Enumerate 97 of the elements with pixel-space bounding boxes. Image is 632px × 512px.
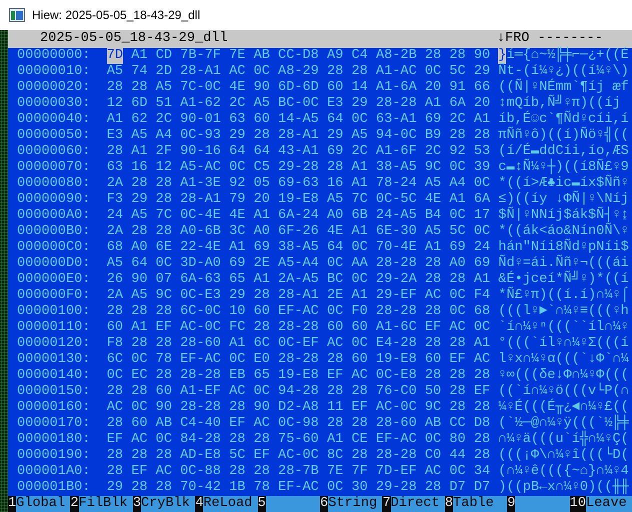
offset-address: 000000B0: bbox=[17, 224, 90, 240]
hex-bytes: 28 28 28 AD-E8 5C EF AC-0C 8C 28 28-28 C0 44 28 bbox=[106, 448, 490, 464]
offset-address: 00000110: bbox=[17, 320, 90, 336]
offset-address: 00000090: bbox=[17, 192, 90, 208]
offset-address: 00000130: bbox=[17, 352, 90, 368]
hex-bytes: 6C 0C 78 EF-AC 0C E0 28-28 28 60 19-E8 60 EF AC bbox=[106, 352, 490, 368]
ascii-text: (`½─@∩¼♀ÿ(((`½╠╪ bbox=[498, 416, 629, 431]
hex-bytes: 2A 28 28 A1-3E 92 05 69-63 16 A1 78-24 A5 A4 0C bbox=[106, 176, 490, 192]
hex-bytes: A5 74 2D 28-A1 AC 0C A8-29 28 28 A1-AC 0C 5C 29 bbox=[106, 64, 490, 80]
hex-bytes: 2A A5 9C 0C-E3 29 28 28-A1 2E A1 29-EF AC 0C F4 bbox=[106, 288, 490, 304]
offset-address: 00000020: bbox=[17, 80, 90, 96]
key-number: 7 bbox=[382, 496, 391, 512]
hex-bytes: 0C EC 28 28-28 EB 65 19-E8 EF AC 0C-E8 28 28 28 bbox=[106, 368, 490, 384]
ascii-text: l♀x∩¼♀α(((`↓Φ`∩¼ bbox=[498, 352, 629, 368]
ascii-text: c▬↕Ñ¼♀┼)((í8Ñ£♀9 bbox=[498, 160, 629, 175]
offset-address: 00000060: bbox=[17, 144, 90, 160]
key-number: 4 bbox=[195, 496, 204, 512]
hex-bytes: 28 EF AC 0C-88 28 28 28-7B 7E 7F 7D-EF AC 0C 34 bbox=[106, 464, 490, 480]
ascii-text: Ñd♀=ái.Ññ♀¬(((ái bbox=[498, 256, 629, 271]
hex-bytes: 28 28 28 6C-0C 10 60 EF-AC 0C F0 28-28 28 0C 68 bbox=[106, 304, 490, 320]
hex-bytes: AC 0C 90 28-28 28 90 D2-A8 11 EF AC-0C 9C 28 28 bbox=[106, 400, 490, 416]
ascii-text: ↕mQíb,Ñ╝♀π)((íj bbox=[498, 96, 621, 111]
hex-bytes: 28 60 AB C4-40 EF AC 0C-98 28 28 28-60 AB CC D8 bbox=[106, 416, 490, 432]
ascii-text: ((`í∩¼♀ö(((v└P(∩ bbox=[498, 384, 629, 399]
text-cursor: } bbox=[498, 48, 506, 64]
ascii-text: ((Ñ|♀NÉmm`¶íj æf bbox=[498, 80, 629, 95]
ascii-text: (∩¼♀ê((({~⌂}∩¼♀4 bbox=[498, 464, 629, 479]
ascii-text: Ñt-(í¼♀¿)((í¼♀\) bbox=[498, 64, 629, 79]
offset-address: 00000070: bbox=[17, 160, 90, 176]
hex-bytes: 26 90 07 6A-63 65 A1 2A-A5 BC 0C 29-2A 28 28 A1 bbox=[106, 272, 490, 288]
offset-address: 00000030: bbox=[17, 96, 90, 112]
hex-bytes: EF AC 0C 84-28 28 28 75-60 A1 CE EF-AC 0C 80 28 bbox=[106, 432, 490, 448]
ascii-text: (((¡Φ\∩¼♀î(((└D( bbox=[498, 448, 629, 464]
ascii-text: $Ñ|♀NNíj$ák$Ñ┤♀↨ bbox=[498, 208, 629, 223]
key-number: 10 bbox=[570, 496, 586, 512]
key-number: 2 bbox=[70, 496, 79, 512]
offset-address: 00000120: bbox=[17, 336, 90, 352]
offset-address: 000000E0: bbox=[17, 272, 90, 288]
hex-bytes: E3 A5 A4 0C-93 29 28 28-A1 29 A5 94-0C B9 28 28 bbox=[106, 128, 490, 144]
ascii-text: íb,É☺c`¶Ñd♀cíi,í bbox=[498, 112, 629, 127]
ascii-text: *((í>Æ♣ic▬íx$Ññ♀ bbox=[498, 176, 629, 191]
key-number: 9 bbox=[507, 496, 516, 512]
key-number: 1 bbox=[8, 496, 16, 512]
hex-bytes: 28 A1 2F 90-16 64 64 43-A1 69 2C A1-6F 2C 92 53 bbox=[106, 144, 490, 160]
hex-bytes: A5 64 0C 3D-A0 69 2E A5-A4 0C AA 28-28 28 A0 69 bbox=[106, 256, 490, 272]
offset-address: 00000140: bbox=[17, 368, 90, 384]
offset-address: 000001A0: bbox=[17, 464, 90, 480]
hex-bytes: 60 A1 EF AC-0C FC 28 28-28 60 60 A1-6C EF AC 0C bbox=[106, 320, 490, 336]
hex-bytes: 63 16 12 A5-AC 0C C5 29-28 28 A1 38-A5 9C 0C 39 bbox=[106, 160, 490, 176]
ascii-text: πÑñ♀ô)((í)Ñö♀╣(( bbox=[498, 128, 629, 143]
offset-address: 000001B0: bbox=[17, 480, 90, 496]
hex-bytes: 12 6D 51 A1-62 2C A5 BC-0C E3 29 28-28 A1 6A 20 bbox=[106, 96, 490, 112]
offset-address: 00000180: bbox=[17, 432, 90, 448]
ascii-text: í═{⌂~½╠╪⌐─¿+((É bbox=[506, 48, 629, 63]
hex-cursor: 7D bbox=[106, 48, 124, 64]
hex-bytes: F8 28 28 28-60 A1 6C 0C-EF AC 0C E4-28 28 28 A1 bbox=[106, 336, 490, 352]
ascii-text: °(((`íl♀∩¼♀Σ(((í bbox=[498, 336, 629, 352]
hex-bytes: 24 A5 7C 0C-4E 4E A1 6A-24 A0 6B 24-A5 B4 0C 17 bbox=[106, 208, 490, 224]
offset-address: 00000000: bbox=[17, 48, 90, 64]
hex-bytes: F3 29 28 28-A1 79 20 19-E8 A5 7C 0C-5C 4E A1 6A bbox=[106, 192, 490, 208]
offset-address: 00000080: bbox=[17, 176, 90, 192]
offset-address: 00000050: bbox=[17, 128, 90, 144]
ascii-text: &É•jceí*Ñ╝♀)*((í bbox=[498, 272, 629, 287]
offset-address: 000000A0: bbox=[17, 208, 90, 224]
ascii-text: *((ák<áo&Nín0Ñ\♀ bbox=[498, 224, 629, 239]
offset-address: 000000C0: bbox=[17, 240, 90, 256]
ascii-text: ¼♀É(((É╥¿◄∩¼♀£(( bbox=[498, 400, 629, 415]
offset-address: 000000D0: bbox=[17, 256, 90, 272]
offset-address: 00000190: bbox=[17, 448, 90, 464]
window-title: Hiew: 2025-05-05_18-43-29_dll bbox=[32, 7, 200, 24]
hex-bytes: 68 A0 6E 22-4E A1 69 38-A5 64 0C 70-4E A1 69 24 bbox=[106, 240, 490, 256]
hex-bytes: 28 28 60 A1-EF AC 0C 94-28 28 28 76-C0 50 28 EF bbox=[106, 384, 490, 400]
mode-indicator: ↓FRO -------- bbox=[496, 31, 603, 46]
ascii-text: hán"Níi8Ñd♀pNíi$ bbox=[498, 240, 629, 255]
ascii-text: ♀∞(((δe↓Φ∩¼♀Φ((( bbox=[498, 368, 629, 383]
hex-bytes: 29 28 28 70-42 1B 78 EF-AC 0C 30 29-28 28 D7 D7 bbox=[106, 480, 490, 496]
hex-bytes: 2A 28 28 A0-6B 3C A0 6F-26 4E A1 6E-30 A5 5C 0C bbox=[106, 224, 490, 240]
ascii-text: (í/É▬ddCíi,ío,ÆS bbox=[498, 144, 629, 159]
ascii-text: `í∩¼♀ⁿ(((``íl∩¼♀ bbox=[498, 320, 629, 336]
offset-address: 000000F0: bbox=[17, 288, 90, 304]
file-name: 2025-05-05_18-43-29_dll bbox=[40, 31, 229, 48]
hex-bytes: 28 28 A5 7C-0C 4E 90 6D-6D 60 14 A1-6A 20 91 66 bbox=[106, 80, 490, 96]
offset-address: 00000010: bbox=[17, 64, 90, 80]
offset-address: 00000040: bbox=[17, 112, 90, 128]
offset-address: 00000100: bbox=[17, 304, 90, 320]
hex-bytes: A1 CD 7B-7F 7E AB CC-D8 A9 C4 A8-2B 28 28 90 bbox=[130, 48, 490, 64]
app-icon bbox=[9, 8, 25, 22]
ascii-text: *Ñ£♀π)((í.í)∩¼♀⌠ bbox=[498, 288, 629, 304]
ascii-text: ≤)((íy ↓ΦÑ|♀\Níj bbox=[498, 192, 629, 207]
hex-bytes: A1 62 2C 90-01 63 60 14-A5 64 0C 63-A1 69 2C A1 bbox=[106, 112, 490, 128]
ascii-text: )((pB←x∩¼♀0)((╫╫ bbox=[498, 480, 629, 496]
key-number: 6 bbox=[320, 496, 328, 512]
ascii-text: (((l♀►`∩¼♀≡(((♀h bbox=[498, 304, 629, 320]
ascii-text: ∩¼♀ä(((u`í╬∩¼♀Ç( bbox=[498, 432, 629, 447]
offset-address: 00000150: bbox=[17, 384, 90, 400]
offset-address: 00000170: bbox=[17, 416, 90, 432]
offset-address: 00000160: bbox=[17, 400, 90, 416]
